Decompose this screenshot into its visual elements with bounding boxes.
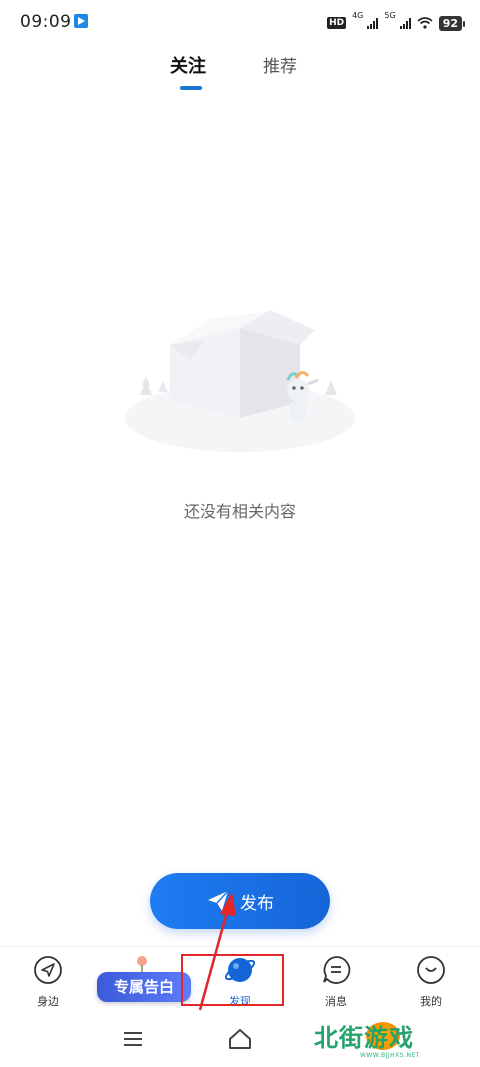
empty-state-message: 还没有相关内容 (183, 502, 296, 521)
nav-label-mine: 我的 (420, 995, 442, 1008)
active-tab-indicator (180, 86, 202, 90)
sim1-signal-icon (367, 17, 379, 29)
nav-item-messages[interactable]: 消息 (301, 955, 371, 1009)
status-indicators: HD 4G 5G 92 (327, 11, 466, 34)
flower-icon (137, 956, 147, 972)
status-bar: 09:09 HD 4G 5G 92 (0, 0, 480, 44)
nav-label-nearby: 身边 (37, 995, 59, 1008)
chat-bubble-icon (323, 956, 351, 984)
battery-icon: 92 (438, 15, 466, 31)
app-notification-icon (74, 14, 88, 28)
wifi-icon (417, 17, 433, 29)
tab-follow[interactable]: 关注 (170, 52, 206, 78)
hd-voice-icon: HD (327, 17, 347, 29)
nav-item-mine[interactable]: 我的 (396, 955, 466, 1009)
promo-badge[interactable]: 专属告白 (97, 972, 191, 1002)
nav-item-nearby[interactable]: 身边 (13, 955, 83, 1009)
sim2-network-label: 5G (384, 11, 396, 20)
profile-face-icon (417, 956, 445, 984)
sim2-signal-icon (399, 17, 411, 29)
tab-recommend[interactable]: 推荐 (263, 52, 297, 77)
feed-tabs: 关注 推荐 (0, 52, 480, 96)
recent-apps-icon[interactable] (122, 1030, 144, 1048)
home-icon[interactable] (227, 1027, 253, 1051)
nav-label-messages: 消息 (325, 995, 347, 1008)
watermark-url: WWW.BJJHXS.NET (360, 1052, 420, 1059)
status-time: 09:09 (20, 12, 72, 32)
empty-box-illustration (125, 310, 355, 452)
watermark-text: 北街游戏 (314, 1024, 414, 1052)
compass-arrow-icon (34, 956, 62, 984)
site-watermark: 北街游戏 WWW.BJJHXS.NET (310, 1016, 470, 1066)
annotation-arrow (198, 892, 236, 1011)
sim1-network-label: 4G (352, 11, 364, 20)
